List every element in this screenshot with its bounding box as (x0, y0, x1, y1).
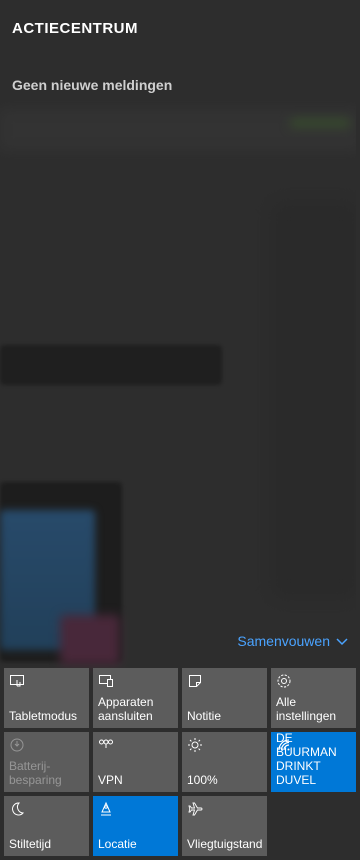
chevron-down-icon (336, 633, 348, 649)
tile-label: DE BUURMAN DRINKT DUVEL (276, 731, 337, 787)
vpn-icon (98, 737, 114, 753)
tile-label: Alle instellingen (276, 695, 337, 723)
airplane-icon (187, 801, 203, 817)
tile-label: VPN (98, 773, 123, 787)
brightness-tile[interactable]: 100% (182, 732, 267, 792)
collapse-label: Samenvouwen (237, 633, 330, 649)
vpn-tile[interactable]: VPN (93, 732, 178, 792)
tile-label: Apparaten aansluiten (98, 695, 154, 723)
tile-label: Locatie (98, 837, 137, 851)
gear-icon (276, 673, 292, 689)
quiet-hours-tile[interactable]: Stiltetijd (4, 796, 89, 856)
tile-label: Vliegtuigstand (187, 837, 263, 851)
battery-saver-icon (9, 737, 25, 753)
collapse-button[interactable]: Samenvouwen (237, 633, 348, 649)
note-icon (187, 673, 203, 689)
tile-label: 100% (187, 773, 218, 787)
tile-label: Tabletmodus (9, 709, 78, 723)
airplane-mode-tile[interactable]: Vliegtuigstand (182, 796, 267, 856)
connect-devices-tile[interactable]: Apparaten aansluiten (93, 668, 178, 728)
wifi-tile[interactable]: DE BUURMAN DRINKT DUVEL (271, 731, 356, 792)
tablet-mode-icon (9, 673, 25, 689)
note-tile[interactable]: Notitie (182, 668, 267, 728)
battery-saver-tile[interactable]: Batterij-besparing (4, 732, 89, 792)
moon-icon (9, 801, 25, 817)
location-tile[interactable]: Locatie (93, 796, 178, 856)
tablet-mode-tile[interactable]: Tabletmodus (4, 668, 89, 728)
action-center-title: ACTIECENTRUM (12, 20, 138, 37)
location-icon (98, 801, 114, 817)
all-settings-tile[interactable]: Alle instellingen (271, 668, 356, 728)
tile-label: Batterij-besparing (9, 759, 62, 787)
brightness-icon (187, 737, 203, 753)
no-notifications-text: Geen nieuwe meldingen (12, 77, 173, 93)
connect-devices-icon (98, 673, 114, 689)
tile-label: Stiltetijd (9, 837, 52, 851)
tile-label: Notitie (187, 709, 222, 723)
